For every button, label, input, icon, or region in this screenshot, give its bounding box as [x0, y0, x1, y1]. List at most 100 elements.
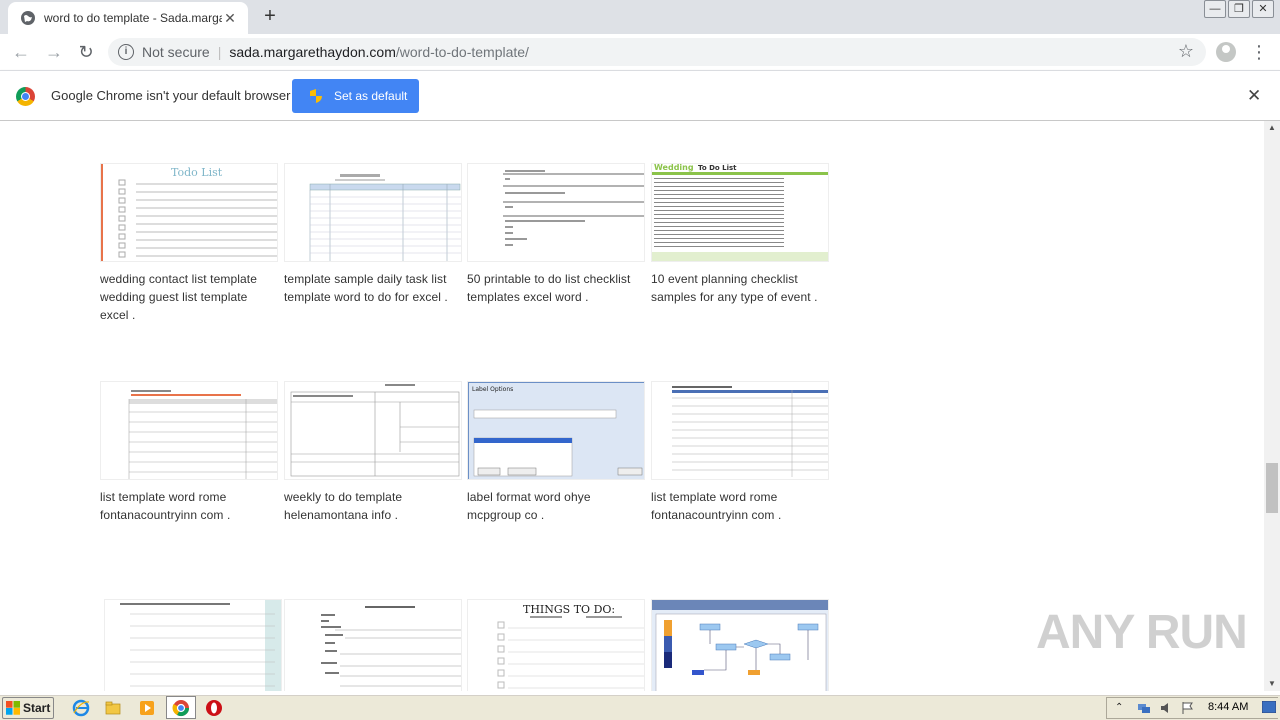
shield-icon	[310, 89, 322, 103]
result-thumbnail[interactable]	[104, 599, 282, 691]
profile-avatar-icon[interactable]	[1216, 42, 1236, 62]
result-caption[interactable]: list template word rome fontanacountryin…	[651, 488, 829, 524]
result-thumbnail[interactable]	[284, 163, 462, 262]
windows-taskbar: Start ⌃ 8:44 AM	[0, 694, 1280, 720]
scroll-up-arrow-icon[interactable]: ▲	[1264, 121, 1280, 135]
chrome-icon	[172, 700, 190, 717]
result-caption[interactable]: 10 event planning checklist samples for …	[651, 270, 829, 306]
result-thumbnail[interactable]	[651, 599, 829, 691]
address-bar[interactable]: i Not secure | sada.margarethaydon.com /…	[108, 38, 1206, 66]
result-thumbnail[interactable]: Label Options	[467, 381, 645, 480]
todo-form-thumbnail	[321, 606, 461, 687]
chrome-taskbar-button[interactable]	[166, 696, 196, 719]
menu-dots-icon[interactable]: ⋮	[1250, 40, 1268, 64]
weekly-todo-thumbnail	[290, 384, 460, 477]
taskbar-clock: 8:44 AM	[1208, 701, 1249, 713]
url-host: sada.margarethaydon.com	[229, 44, 396, 60]
result-thumbnail[interactable]: Todo List	[100, 163, 278, 262]
scroll-down-arrow-icon[interactable]: ▼	[1264, 677, 1280, 691]
result-caption[interactable]: weekly to do template helenamontana info…	[284, 488, 462, 524]
info-icon[interactable]: i	[118, 44, 134, 60]
new-tab-button[interactable]: +	[258, 6, 282, 28]
result-caption[interactable]: list template word rome fontanacountryin…	[100, 488, 278, 524]
svg-text:Todo List: Todo List	[171, 166, 223, 179]
close-window-button[interactable]: ✕	[1252, 0, 1274, 18]
omnibox-divider: |	[217, 44, 222, 60]
not-secure-label: Not secure	[142, 44, 210, 60]
result-item[interactable]: Wedding To Do List 10 event planning che…	[651, 163, 829, 306]
system-tray: ⌃	[1106, 697, 1278, 719]
result-item[interactable]: list template word rome fontanacountryin…	[651, 381, 829, 524]
chrome-logo-icon	[16, 87, 35, 106]
result-item[interactable]: template sample daily task list template…	[284, 163, 462, 306]
internet-explorer-icon[interactable]	[72, 699, 90, 717]
svg-text:To Do List: To Do List	[698, 164, 737, 172]
set-as-default-label: Set as default	[334, 89, 408, 103]
result-caption[interactable]: label format word ohye mcpgroup co .	[467, 488, 645, 524]
tab-strip: word to do template - Sada.margaret ✕ + …	[0, 0, 1280, 34]
start-button[interactable]: Start	[2, 697, 54, 719]
list-template-thumbnail	[128, 390, 277, 479]
things-to-do-thumbnail: THINGS TO DO:	[497, 603, 644, 689]
close-tab-icon[interactable]: ✕	[222, 10, 238, 27]
result-item[interactable]	[651, 599, 829, 691]
label-options-dialog-thumbnail: Label Options	[468, 382, 644, 479]
result-item[interactable]: Label Options label format word ohye mcp…	[467, 381, 645, 524]
result-item[interactable]	[284, 599, 462, 691]
show-desktop-icon[interactable]	[1262, 701, 1276, 713]
windows-logo-icon	[6, 701, 20, 715]
checklist-thumbnail	[503, 170, 644, 246]
checkbox-list-thumbnail	[120, 600, 281, 691]
infobar-close-icon[interactable]: ✕	[1247, 86, 1261, 106]
minimize-button[interactable]: —	[1204, 0, 1226, 18]
daily-task-thumbnail	[309, 174, 461, 261]
media-player-icon[interactable]	[138, 699, 156, 717]
url-path: /word-to-do-template/	[395, 44, 529, 60]
wedding-todo-thumbnail: Wedding To Do List	[652, 164, 828, 261]
result-thumbnail[interactable]	[284, 599, 462, 691]
opera-icon[interactable]	[205, 699, 223, 717]
result-item[interactable]: list template word rome fontanacountryin…	[100, 381, 278, 524]
result-thumbnail[interactable]	[467, 163, 645, 262]
page-scrollbar[interactable]: ▲ ▼	[1264, 121, 1280, 691]
result-caption[interactable]: template sample daily task list template…	[284, 270, 462, 306]
set-as-default-button[interactable]: Set as default	[292, 79, 419, 113]
bookmark-star-icon[interactable]: ☆	[1178, 41, 1194, 62]
tray-expand-icon[interactable]: ⌃	[1115, 701, 1129, 715]
back-button[interactable]: ←	[10, 42, 32, 62]
svg-text:Label Options: Label Options	[472, 386, 513, 393]
anyrun-watermark: ANY RUN	[1036, 606, 1248, 659]
scrollbar-thumb[interactable]	[1266, 463, 1278, 513]
result-caption[interactable]: 50 printable to do list checklist templa…	[467, 270, 645, 306]
browser-toolbar: ← → ↻ i Not secure | sada.margarethaydon…	[0, 34, 1280, 70]
result-caption[interactable]: wedding contact list template wedding gu…	[100, 270, 278, 324]
flag-icon[interactable]	[1181, 701, 1195, 715]
tab-title: word to do template - Sada.margaret	[44, 11, 222, 25]
result-item[interactable]: 50 printable to do list checklist templa…	[467, 163, 645, 306]
result-item[interactable]: THINGS TO DO:	[467, 599, 645, 691]
flowchart-thumbnail	[652, 600, 828, 691]
result-item[interactable]: weekly to do template helenamontana info…	[284, 381, 462, 524]
result-thumbnail[interactable]: THINGS TO DO:	[467, 599, 645, 691]
result-thumbnail[interactable]: Wedding To Do List	[651, 163, 829, 262]
todo-list-thumbnail: Todo List	[101, 164, 277, 261]
reload-button[interactable]: ↻	[75, 42, 97, 62]
browser-tab[interactable]: word to do template - Sada.margaret ✕	[8, 2, 248, 34]
result-item[interactable]: Todo List wedding contact list template …	[100, 163, 278, 324]
result-thumbnail[interactable]	[651, 381, 829, 480]
infobar-message: Google Chrome isn't your default browser	[51, 88, 291, 103]
default-browser-infobar: Google Chrome isn't your default browser…	[0, 70, 1280, 121]
network-icon[interactable]	[1137, 701, 1151, 715]
list-checkbox-thumbnail	[672, 386, 828, 477]
svg-text:Wedding: Wedding	[654, 164, 694, 172]
restore-button[interactable]: ❐	[1228, 0, 1250, 18]
forward-button[interactable]: →	[43, 42, 65, 62]
file-explorer-icon[interactable]	[104, 699, 122, 717]
result-thumbnail[interactable]	[100, 381, 278, 480]
globe-icon	[21, 11, 35, 25]
start-label: Start	[23, 701, 51, 715]
result-item[interactable]	[104, 599, 282, 691]
svg-text:THINGS TO DO:: THINGS TO DO:	[523, 603, 615, 616]
result-thumbnail[interactable]	[284, 381, 462, 480]
volume-icon[interactable]	[1159, 701, 1173, 715]
